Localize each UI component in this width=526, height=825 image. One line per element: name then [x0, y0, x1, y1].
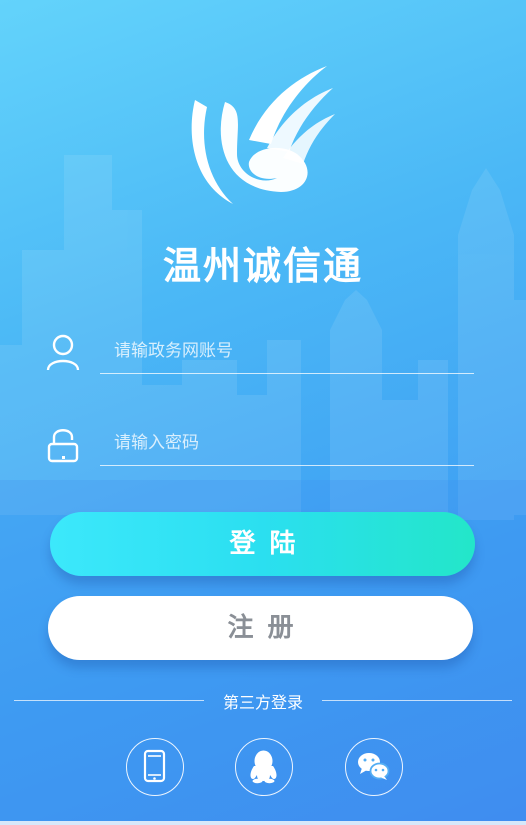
divider-line-right: [322, 700, 512, 701]
app-logo: [191, 66, 335, 204]
qq-icon: [250, 750, 277, 784]
wechat-icon: [358, 753, 390, 780]
phone-icon: [143, 749, 166, 783]
password-field-row: [45, 420, 475, 468]
register-button[interactable]: 注册: [48, 596, 473, 660]
account-input[interactable]: [100, 328, 474, 374]
third-party-divider: 第三方登录: [14, 688, 512, 712]
login-button[interactable]: 登陆: [50, 512, 475, 576]
qq-login-button[interactable]: [235, 738, 293, 796]
user-icon: [46, 334, 80, 371]
password-input[interactable]: [100, 420, 474, 466]
login-screen: 温州诚信通 登陆 注册 第三方登录: [0, 0, 526, 825]
wechat-login-button[interactable]: [345, 738, 403, 796]
third-party-label: 第三方登录: [222, 693, 303, 712]
lock-icon: [47, 429, 79, 463]
phone-login-button[interactable]: [126, 738, 184, 796]
bottom-edge: [0, 821, 526, 825]
app-title: 温州诚信通: [162, 244, 363, 288]
account-field-row: [45, 328, 475, 376]
